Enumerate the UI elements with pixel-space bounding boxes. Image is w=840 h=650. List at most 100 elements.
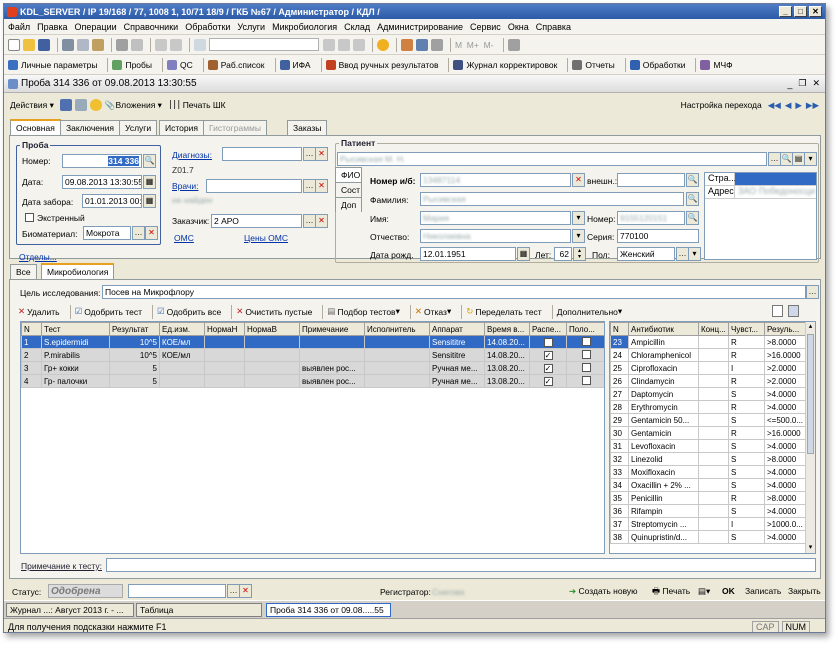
- side-address-value[interactable]: ЗАО Победоносци: [735, 186, 816, 198]
- test-check-2-11[interactable]: [582, 362, 591, 372]
- status-comment-field[interactable]: [128, 584, 226, 598]
- report-icon[interactable]: [401, 38, 413, 51]
- tests-header-9[interactable]: Время в...: [484, 322, 530, 336]
- nav-prev-icon[interactable]: ◀: [785, 100, 792, 111]
- ab-header-2[interactable]: Конц...: [698, 322, 729, 336]
- tests-header-7[interactable]: Исполнитель: [364, 322, 430, 336]
- tests-header-3[interactable]: Ед.изм.: [159, 322, 205, 336]
- antibiotic-row[interactable]: 35 Penicillin R >8.0000: [610, 491, 807, 505]
- menu-item-3[interactable]: Справочники: [124, 22, 179, 32]
- sample-date-field[interactable]: 09.08.2013 13:30:55: [62, 175, 142, 189]
- age-spinner[interactable]: ▴ ▾: [573, 247, 586, 261]
- preview-icon[interactable]: [131, 38, 143, 51]
- surname-search-icon[interactable]: 🔍: [686, 192, 699, 206]
- docnumber-field[interactable]: 9155120151: [620, 213, 667, 223]
- doc-close-button[interactable]: ✕: [812, 78, 820, 89]
- subtab-0[interactable]: Все: [10, 264, 37, 279]
- oms-prices-link[interactable]: Цены ОМС: [244, 233, 288, 243]
- save-icon[interactable]: [38, 38, 50, 51]
- test-check-2-10[interactable]: ✓: [543, 363, 553, 373]
- toolbar2-item-1[interactable]: Пробы: [112, 59, 152, 70]
- chart-icon[interactable]: [431, 38, 443, 51]
- menu-item-6[interactable]: Микробиология: [272, 22, 337, 32]
- close-doc-button[interactable]: Закрыть: [788, 586, 821, 596]
- test-row[interactable]: 3 Гр+ кокки 5 выявлен рос... Ручная ме... 13.…: [21, 361, 604, 375]
- biomaterial-field[interactable]: Мокрота: [83, 226, 131, 240]
- firstname-field[interactable]: Мария: [423, 213, 449, 223]
- redo-icon[interactable]: [170, 38, 182, 51]
- copy-icon[interactable]: [77, 38, 89, 51]
- close-button[interactable]: ✕: [809, 6, 822, 17]
- patronymic-dropdown-icon[interactable]: ▾: [572, 229, 585, 243]
- tab-1[interactable]: Заключения: [60, 120, 121, 135]
- toolbar2-item-6[interactable]: Журнал корректировок: [453, 59, 557, 70]
- cut-icon[interactable]: [62, 38, 74, 51]
- patient-menu-icon[interactable]: ▾: [804, 152, 817, 166]
- tests-header-11[interactable]: Поло...: [566, 322, 604, 336]
- refresh-icon[interactable]: [353, 38, 365, 51]
- tests-header-6[interactable]: Примечание: [299, 322, 365, 336]
- antibiotic-row[interactable]: 31 Levofloxacin S >4.0000: [610, 439, 807, 453]
- card-clear-icon[interactable]: ✕: [572, 173, 585, 187]
- nav-first-icon[interactable]: ◀◀: [768, 100, 781, 111]
- new-doc-icon[interactable]: [772, 305, 783, 317]
- tests-header-4[interactable]: НормаН: [204, 322, 245, 336]
- test-row[interactable]: 2 P.mirabilis 10^5 КОЕ/мл Sensititre 14.08.20…: [21, 348, 604, 362]
- doctor-field[interactable]: [206, 179, 302, 193]
- biomaterial-clear-icon[interactable]: ✕: [145, 226, 158, 240]
- antibiotic-row[interactable]: 32 Linezolid S >8.0000: [610, 452, 807, 466]
- doctor-clear-icon[interactable]: ✕: [315, 179, 328, 193]
- actions-menu[interactable]: Действия ▾: [10, 100, 54, 111]
- goto-settings[interactable]: Настройка перехода: [681, 100, 762, 110]
- ok-button[interactable]: OK: [722, 586, 735, 596]
- micro-action-4[interactable]: ▤ Подбор тестов ▾: [327, 306, 399, 317]
- menu-item-1[interactable]: Правка: [37, 22, 67, 32]
- toolbar2-item-7[interactable]: Отчеты: [572, 59, 615, 70]
- print-barcode-button[interactable]: ||| Печать ШК: [168, 100, 226, 110]
- external-field[interactable]: [617, 173, 685, 187]
- new-icon[interactable]: [8, 38, 20, 51]
- dob-field[interactable]: 12.01.1951: [420, 247, 516, 261]
- form-icon[interactable]: [74, 99, 87, 111]
- toolbar2-item-5[interactable]: Ввод ручных результатов: [325, 59, 438, 70]
- tab-0[interactable]: Основная: [10, 119, 61, 135]
- oms-link[interactable]: ОМС: [174, 233, 194, 243]
- menu-item-8[interactable]: Администрирование: [377, 22, 463, 32]
- research-field[interactable]: Посев на Микрофлору: [102, 285, 806, 299]
- paste-icon[interactable]: [92, 38, 104, 51]
- customer-field[interactable]: 2 АРО: [211, 214, 302, 228]
- tests-header-5[interactable]: НормаВ: [244, 322, 300, 336]
- departments-link[interactable]: Отделы...: [19, 252, 57, 262]
- micro-action-5[interactable]: ✕ Отказ ▾: [415, 306, 451, 317]
- sex-dropdown-icon[interactable]: ▾: [688, 247, 701, 261]
- customer-clear-icon[interactable]: ✕: [315, 214, 328, 228]
- research-select-button[interactable]: …: [806, 285, 819, 299]
- nav-next-icon[interactable]: ▶: [795, 100, 802, 111]
- antibiotic-row[interactable]: 23 Ampicillin R >8.0000: [610, 335, 807, 349]
- menu-item-10[interactable]: Окна: [508, 22, 529, 32]
- micro-action-3[interactable]: ✕ Очистить пустые: [236, 306, 312, 317]
- antibiotic-row[interactable]: 29 Gentamicin 50... S <=500.0...: [610, 413, 807, 427]
- help-icon[interactable]: [89, 99, 102, 111]
- toolbar2-item-9[interactable]: МЧФ: [700, 59, 733, 70]
- toolbar2-item-0[interactable]: Личные параметры: [8, 59, 97, 70]
- create-new-button[interactable]: ➔ Создать новую: [569, 586, 638, 597]
- task-sample[interactable]: Проба 314 336 от 09.08.....55: [266, 603, 391, 617]
- print-options-button[interactable]: ▤▾: [698, 586, 710, 597]
- filter-icon[interactable]: [323, 38, 335, 51]
- series-field[interactable]: 770100: [617, 229, 699, 243]
- micro-action-0[interactable]: ✕ Удалить: [18, 306, 60, 317]
- test-row[interactable]: 4 Гр- палочки 5 выявлен рос... Ручная ме... 1…: [21, 374, 604, 388]
- antibiotic-row[interactable]: 26 Clindamycin R >2.0000: [610, 374, 807, 388]
- print-button[interactable]: 🖶 Печать: [652, 586, 690, 600]
- tab-2[interactable]: Услуги: [119, 120, 158, 135]
- open-icon[interactable]: [23, 38, 35, 51]
- age-field[interactable]: 62: [554, 247, 572, 261]
- toolbar2-item-4[interactable]: ИФА: [279, 59, 311, 70]
- menu-item-5[interactable]: Услуги: [237, 22, 265, 32]
- test-check-1-10[interactable]: ✓: [543, 350, 553, 360]
- tests-header-0[interactable]: N: [21, 322, 42, 336]
- antibiotic-row[interactable]: 24 Chloramphenicol R >16.0000: [610, 348, 807, 362]
- external-search-icon[interactable]: 🔍: [686, 173, 699, 187]
- micro-action-1[interactable]: ☑ Одобрить тест: [75, 306, 142, 317]
